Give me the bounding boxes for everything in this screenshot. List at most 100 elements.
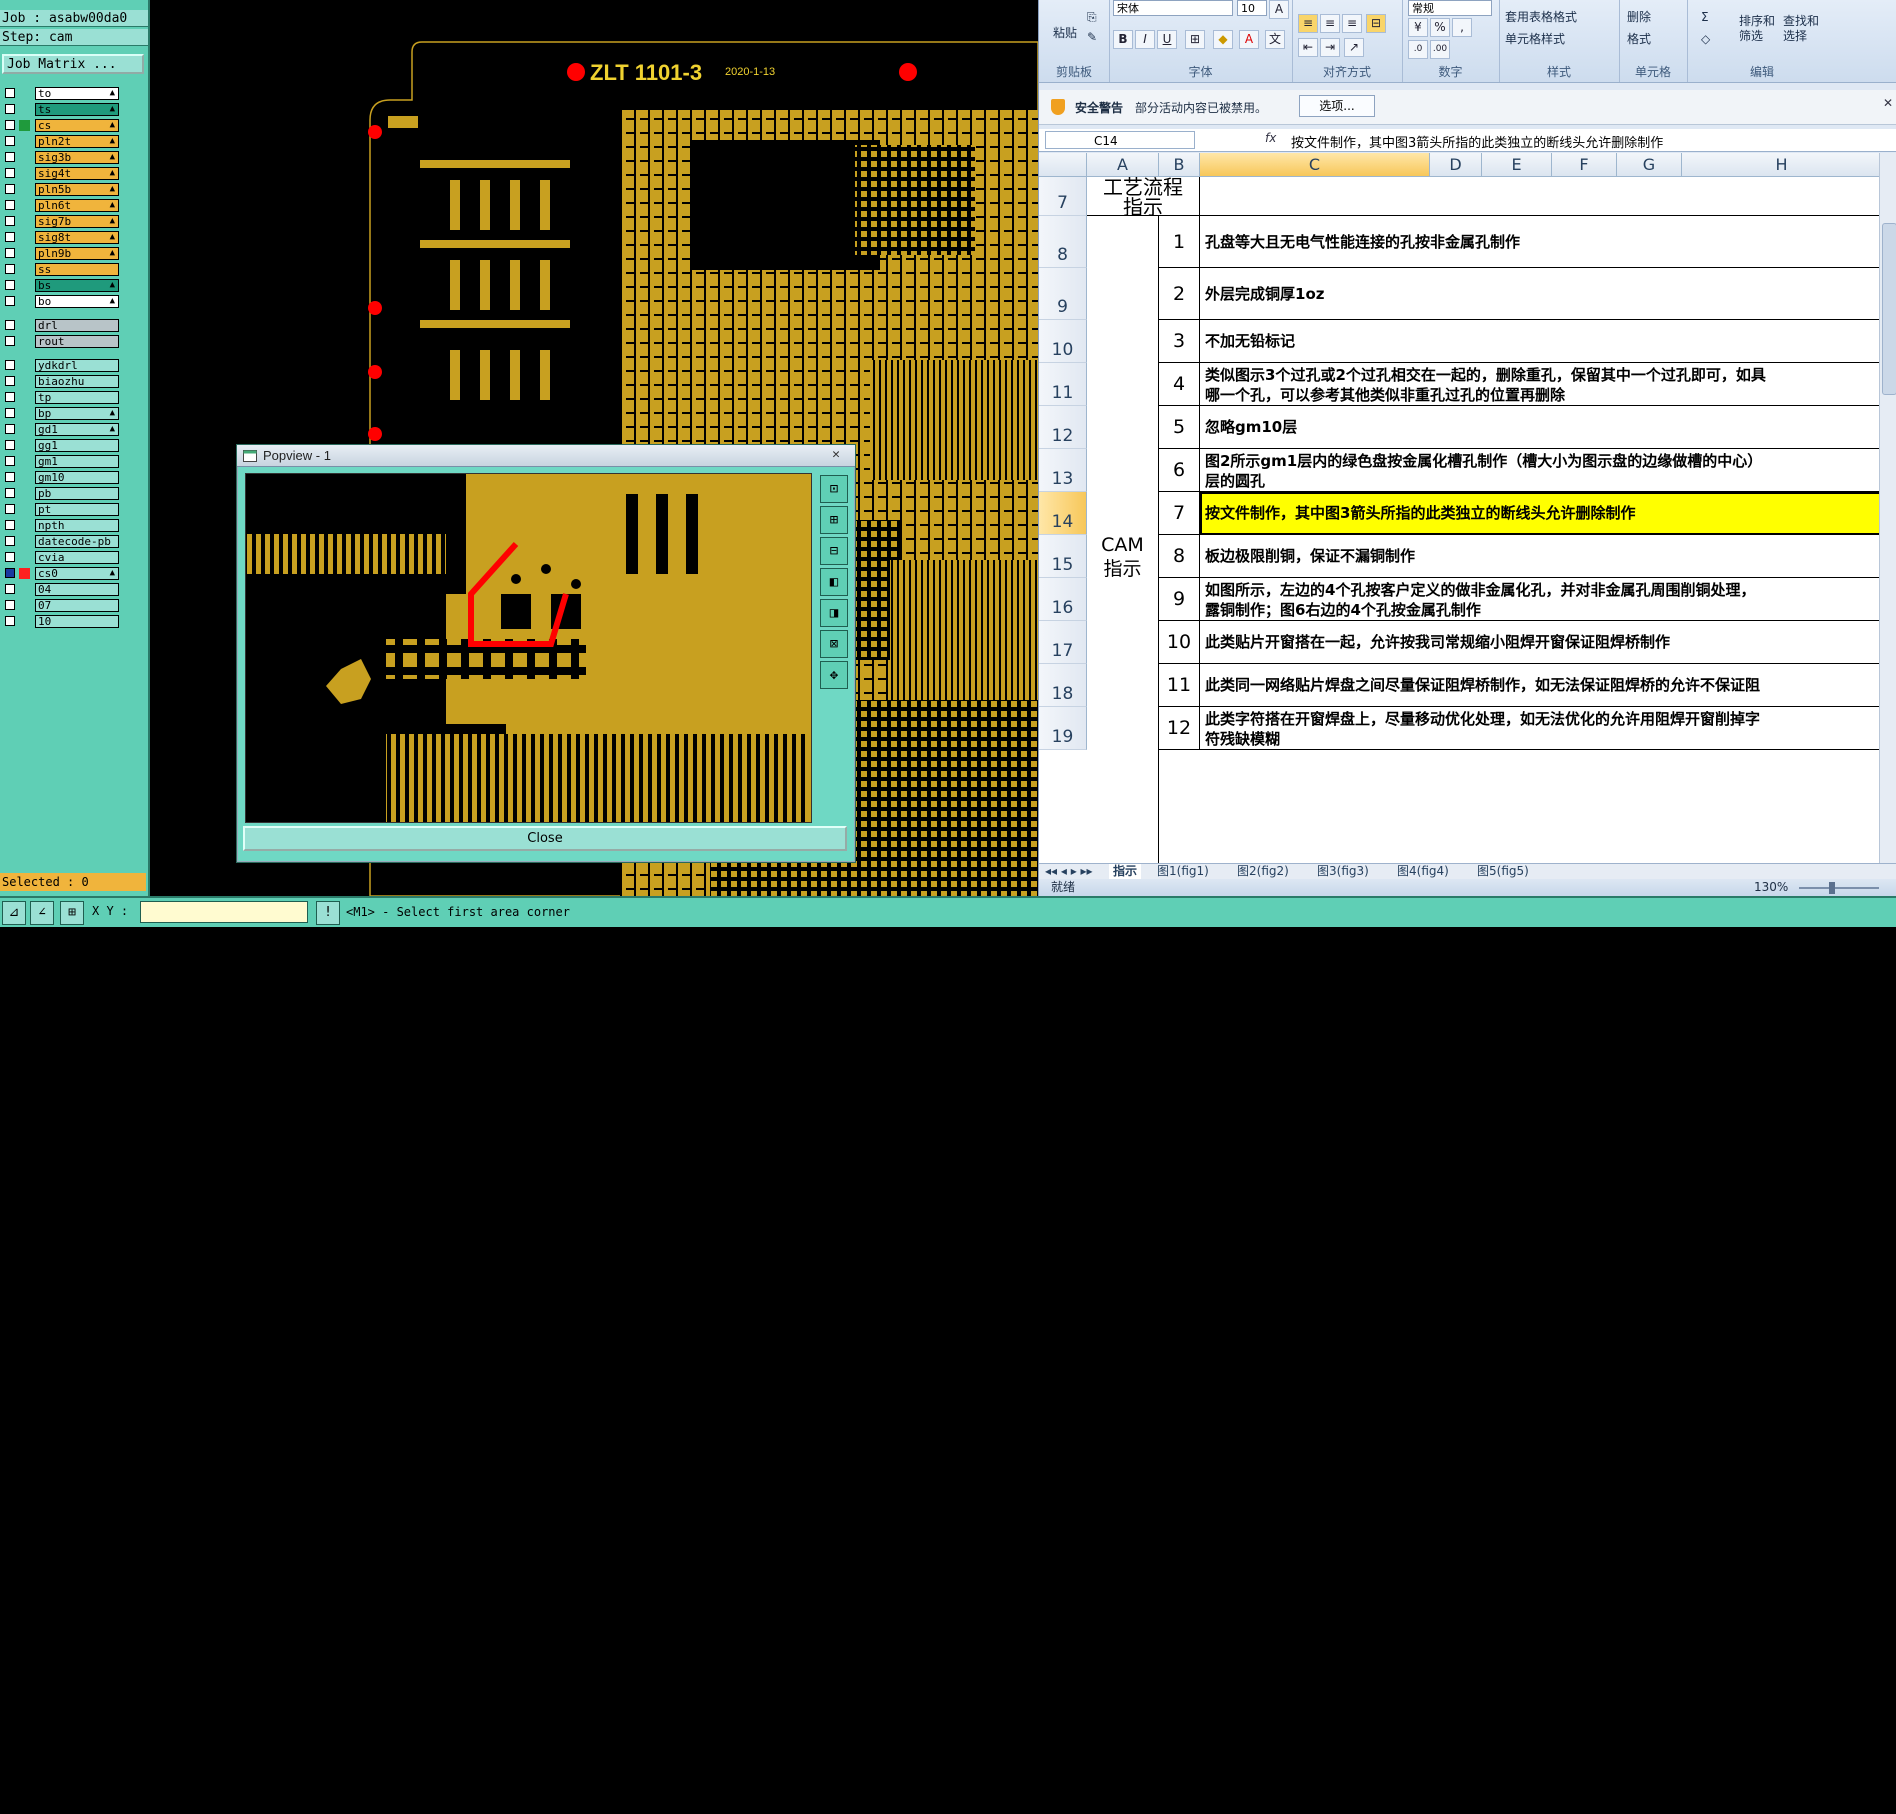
layer-affected-indicator[interactable] [19,280,30,291]
row-header-11[interactable]: 11 [1039,363,1087,406]
autosum-icon[interactable]: Σ [1701,10,1709,24]
layer-checkbox[interactable] [5,296,15,306]
grid-icon[interactable]: ⊞ [60,901,84,925]
layer-affected-indicator[interactable] [19,88,30,99]
fx-icon[interactable]: fx [1265,131,1276,145]
close-icon[interactable]: ✕ [827,446,845,463]
layer-affected-indicator[interactable] [19,600,30,611]
zoom-in-icon[interactable]: ⊞ [820,506,848,534]
zoom-fit-icon[interactable]: ⊡ [820,475,848,503]
fill-color-icon[interactable]: ◆ [1213,30,1233,49]
layer-affected-indicator[interactable] [19,520,30,531]
xy-coordinate-input[interactable] [140,901,308,923]
layer-row-biaozhu[interactable]: biaozhu [2,374,120,389]
row-header-9[interactable]: 9 [1039,268,1087,320]
layer-name[interactable]: ydkdrl [35,359,119,372]
layer-checkbox[interactable] [5,584,15,594]
row-header-8[interactable]: 8 [1039,216,1087,268]
layer-checkbox[interactable] [5,424,15,434]
layer-name[interactable]: drl [35,319,119,332]
grow-font-icon[interactable]: A [1269,0,1289,19]
item-number-cell[interactable]: 11 [1159,664,1200,707]
layer-name[interactable]: gg1 [35,439,119,452]
layer-affected-indicator[interactable] [19,376,30,387]
zoom-level[interactable]: 130% [1754,879,1788,896]
zoom-slider[interactable] [1799,887,1879,889]
sheet-tab[interactable]: 图4(fig4) [1397,864,1449,879]
item-number-cell[interactable]: 10 [1159,621,1200,664]
layer-row-npth[interactable]: npth [2,518,120,533]
italic-icon[interactable]: I [1135,30,1155,49]
layer-row-pln2t[interactable]: pln2t ▲ [2,134,120,149]
vertical-scrollbar[interactable] [1879,153,1896,863]
units-label[interactable]: Inch [1863,1800,1892,1814]
layer-checkbox[interactable] [5,184,15,194]
row-header-16[interactable]: 16 [1039,578,1087,621]
popview-window[interactable]: Popview - 1 ✕ ⊡ ⊞ ⊟ ◧ ◨ ⊠ ✥ Close [236,444,856,863]
layer-affected-indicator[interactable] [19,504,30,515]
layer-name[interactable]: gd1 ▲ [35,423,119,436]
instruction-cell[interactable]: 类似图示3个过孔或2个过孔相交在一起的，删除重孔，保留其中一个过孔即可，如具 哪一… [1200,363,1879,406]
layer-row-cvia[interactable]: cvia [2,550,120,565]
layer-checkbox[interactable] [5,336,15,346]
row-7-cells[interactable] [1087,177,1879,216]
copy-icon[interactable]: ⎘ [1087,10,1097,25]
item-number-cell[interactable]: 4 [1159,363,1200,406]
layer-name[interactable]: sig8t ▲ [35,231,119,244]
increase-decimal-icon[interactable]: .0 [1408,40,1428,59]
row-header-13[interactable]: 13 [1039,449,1087,492]
zoom-area-icon[interactable]: ⊠ [820,630,848,658]
phonetic-icon[interactable]: 文 [1265,30,1285,49]
layer-checkbox[interactable] [5,536,15,546]
layer-affected-indicator[interactable] [19,440,30,451]
popview-titlebar[interactable]: Popview - 1 ✕ [237,445,855,467]
layer-checkbox[interactable] [5,232,15,242]
layer-checkbox[interactable] [5,168,15,178]
layer-name[interactable]: biaozhu [35,375,119,388]
layer-affected-indicator[interactable] [19,200,30,211]
layer-affected-indicator[interactable] [19,536,30,547]
layer-affected-indicator[interactable] [19,584,30,595]
layer-row-sig4t[interactable]: sig4t ▲ [2,166,120,181]
instruction-cell[interactable]: 此类字符搭在开窗焊盘上，尽量移动优化处理，如无法优化的允许用阻焊开窗削掉字 符残缺… [1200,707,1879,750]
instruction-cell[interactable]: 板边极限削铜，保证不漏铜制作 [1200,535,1879,578]
find-select-button[interactable]: 查找和 选择 [1783,14,1819,44]
layer-name[interactable]: cs ▲ [35,119,119,132]
layer-row-04[interactable]: 04 [2,582,120,597]
layer-checkbox[interactable] [5,216,15,226]
row-header-7[interactable]: 7 [1039,177,1087,216]
layer-name[interactable]: cvia [35,551,119,564]
row-header-12[interactable]: 12 [1039,406,1087,449]
row-header-18[interactable]: 18 [1039,664,1087,707]
sheet-tab[interactable]: 指示 [1109,864,1142,879]
layer-name[interactable]: pln9b ▲ [35,247,119,260]
sheet-tab[interactable]: 图5(fig5) [1477,864,1529,879]
column-header-f[interactable]: F [1552,153,1617,177]
instruction-cell[interactable]: 外层完成铜厚1oz [1200,268,1879,320]
layer-affected-indicator[interactable] [19,264,30,275]
merged-cam-cell[interactable]: CAM 指示 [1087,216,1159,863]
font-name-select[interactable]: 宋体 [1113,0,1233,16]
column-header-b[interactable]: B [1159,153,1200,177]
align-right-icon[interactable]: ≡ [1342,14,1362,33]
job-matrix-button[interactable]: Job Matrix ... [2,54,144,74]
item-number-cell[interactable]: 9 [1159,578,1200,621]
layer-affected-indicator[interactable] [19,424,30,435]
formula-input[interactable]: 按文件制作，其中图3箭头所指的此类独立的断线头允许删除制作 [1291,132,1663,151]
layer-affected-indicator[interactable] [19,392,30,403]
layer-row-10[interactable]: 10 [2,614,120,629]
layer-row-sig7b[interactable]: sig7b ▲ [2,214,120,229]
layer-checkbox[interactable] [5,320,15,330]
layer-name[interactable]: pln5b ▲ [35,183,119,196]
currency-icon[interactable]: ¥ [1408,18,1428,37]
layer-row-rout[interactable]: rout [2,334,120,349]
layer-checkbox[interactable] [5,280,15,290]
item-number-cell[interactable]: 6 [1159,449,1200,492]
layer-row-ts[interactable]: ts ▲ [2,102,120,117]
options-button[interactable]: 选项... [1299,95,1375,117]
layer-checkbox[interactable] [5,568,15,578]
number-format-select[interactable]: 常规 [1408,0,1492,16]
instruction-cell[interactable]: 此类同一网络贴片焊盘之间尽量保证阻焊桥制作，如无法保证阻焊桥的允许不保证阻 [1200,664,1879,707]
clear-icon[interactable]: ◇ [1701,32,1710,46]
layer-row-07[interactable]: 07 [2,598,120,613]
